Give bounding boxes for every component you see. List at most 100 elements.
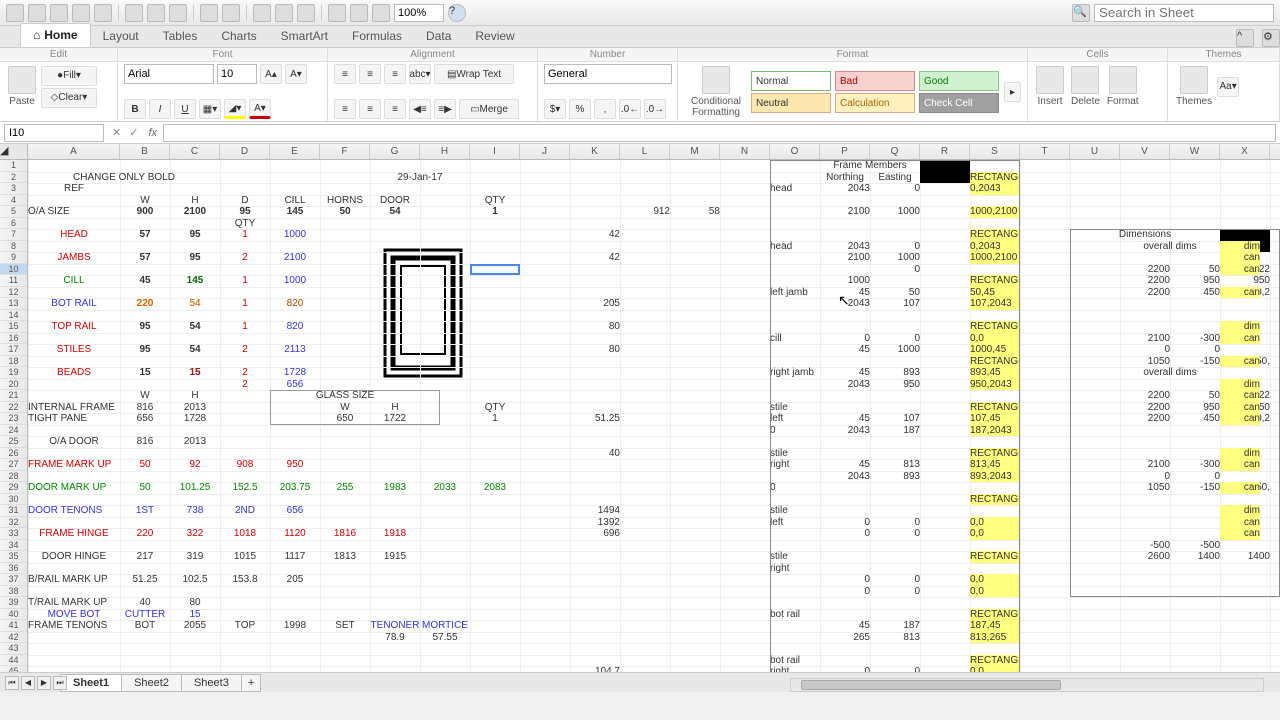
- cell-E35[interactable]: 1117: [270, 551, 320, 563]
- font-size-select[interactable]: [217, 64, 257, 84]
- cell-C11[interactable]: 145: [170, 275, 220, 287]
- cell-S13[interactable]: 107,2043: [970, 298, 1020, 310]
- cell-S18[interactable]: RECTANGLE: [970, 356, 1020, 368]
- cell-O31[interactable]: stile: [770, 505, 820, 517]
- cell-G33[interactable]: 1918: [370, 528, 420, 540]
- sheet-tab-2[interactable]: Sheet2: [121, 674, 182, 692]
- cell-L5[interactable]: 912: [620, 206, 670, 218]
- cell-K31[interactable]: 1494: [570, 505, 620, 517]
- cell-D29[interactable]: 152.5: [220, 482, 270, 494]
- cell-P23[interactable]: 45: [820, 413, 870, 425]
- cell-K32[interactable]: 1392: [570, 517, 620, 529]
- cell-V22[interactable]: 2200: [1120, 402, 1170, 414]
- cell-V11[interactable]: 2200: [1120, 275, 1170, 287]
- align-top-button[interactable]: ≡: [334, 64, 356, 84]
- number-format-select[interactable]: [544, 64, 672, 84]
- cell-O3[interactable]: head: [770, 183, 820, 195]
- horizontal-scrollbar[interactable]: [790, 678, 1264, 692]
- cell-P32[interactable]: 0: [820, 517, 870, 529]
- cell-E20[interactable]: 656: [270, 379, 320, 391]
- style-check-button[interactable]: Check Cell: [919, 93, 999, 113]
- cell-Q23[interactable]: 107: [870, 413, 920, 425]
- cell-K23[interactable]: 51.25: [570, 413, 620, 425]
- cell-P9[interactable]: 2100: [820, 252, 870, 264]
- insert-button[interactable]: Insert: [1034, 64, 1066, 109]
- cell-C31[interactable]: 738: [170, 505, 220, 517]
- cell-B21[interactable]: W: [120, 390, 170, 402]
- cell-H42[interactable]: 57.55: [420, 632, 470, 644]
- cell-W12[interactable]: 450: [1170, 287, 1220, 299]
- cell-E37[interactable]: 205: [270, 574, 320, 586]
- cell-X22[interactable]: can: [1220, 402, 1260, 414]
- cell-E29[interactable]: 203.75: [270, 482, 320, 494]
- cell-C23[interactable]: 1728: [170, 413, 220, 425]
- cell-G35[interactable]: 1915: [370, 551, 420, 563]
- cell-B40[interactable]: CUTTER: [120, 609, 170, 621]
- cell-B37[interactable]: 51.25: [120, 574, 170, 586]
- cell-S24[interactable]: 187,2043: [970, 425, 1020, 437]
- format-button[interactable]: Format: [1105, 64, 1141, 109]
- cell-U7[interactable]: Dimensions: [1070, 229, 1220, 241]
- cell-P3[interactable]: 2043: [820, 183, 870, 195]
- cell-A39[interactable]: T/RAIL MARK UP: [28, 597, 120, 609]
- cell-X27[interactable]: can: [1220, 459, 1260, 471]
- cell-C4[interactable]: H: [170, 195, 220, 207]
- cell-P33[interactable]: 0: [820, 528, 870, 540]
- cell-X15[interactable]: dim: [1220, 321, 1260, 333]
- align-bot-button[interactable]: ≡: [384, 64, 406, 84]
- formula-bar[interactable]: [163, 124, 1276, 142]
- cell-G42[interactable]: 78.9: [370, 632, 420, 644]
- style-good-button[interactable]: Good: [919, 71, 999, 91]
- cut-icon[interactable]: [125, 4, 143, 22]
- cell-V29[interactable]: 1050: [1120, 482, 1170, 494]
- cancel-icon[interactable]: ✕: [112, 126, 121, 139]
- cell-A22[interactable]: INTERNAL FRAME: [28, 402, 120, 414]
- cell-P19[interactable]: 45: [820, 367, 870, 379]
- cell-O16[interactable]: cill: [770, 333, 820, 345]
- cell-V17[interactable]: 0: [1120, 344, 1170, 356]
- undo-icon[interactable]: [200, 4, 218, 22]
- underline-button[interactable]: U: [174, 99, 196, 119]
- cell-V21[interactable]: 2200: [1120, 390, 1170, 402]
- cell-V12[interactable]: 2200: [1120, 287, 1170, 299]
- italic-button[interactable]: I: [149, 99, 171, 119]
- accept-icon[interactable]: ✓: [129, 126, 138, 139]
- cell-Q38[interactable]: 0: [870, 586, 920, 598]
- select-all-corner[interactable]: ◢: [0, 144, 28, 159]
- cell-S12[interactable]: 50,45: [970, 287, 1020, 299]
- cell-X10[interactable]: can: [1220, 264, 1260, 276]
- cell-A2[interactable]: CHANGE ONLY BOLD: [28, 172, 220, 184]
- delete-button[interactable]: Delete: [1069, 64, 1102, 109]
- save2-icon[interactable]: [72, 4, 90, 22]
- cell-D11[interactable]: 1: [220, 275, 270, 287]
- cell-D35[interactable]: 1015: [220, 551, 270, 563]
- cell-S37[interactable]: 0,0: [970, 574, 1020, 586]
- cell-P8[interactable]: 2043: [820, 241, 870, 253]
- cell-S30[interactable]: RECTANGLE: [970, 494, 1020, 506]
- copy-icon[interactable]: [147, 4, 165, 22]
- cell-K9[interactable]: 42: [570, 252, 620, 264]
- cell-W22[interactable]: 950: [1170, 402, 1220, 414]
- cell-O22[interactable]: stile: [770, 402, 820, 414]
- cell-A23[interactable]: TIGHT PANE: [28, 413, 120, 425]
- cell-H29[interactable]: 2033: [420, 482, 470, 494]
- cell-C40[interactable]: 15: [170, 609, 220, 621]
- tab-prev-button[interactable]: ◀: [21, 676, 35, 690]
- cell-W23[interactable]: 450: [1170, 413, 1220, 425]
- cell-E33[interactable]: 1120: [270, 528, 320, 540]
- collapse-ribbon-icon[interactable]: ^: [1236, 29, 1254, 47]
- cell-X21[interactable]: can: [1220, 390, 1260, 402]
- cell-C17[interactable]: 54: [170, 344, 220, 356]
- cell-A13[interactable]: BOT RAIL: [28, 298, 120, 310]
- cell-X32[interactable]: can: [1220, 517, 1260, 529]
- cell-W34[interactable]: -500: [1170, 540, 1220, 552]
- column-headers[interactable]: ◢ ABCDEFGHIJKLMNOPQRSTUVWX: [0, 144, 1280, 160]
- cell-X29[interactable]: can: [1220, 482, 1260, 494]
- wraptext-button[interactable]: ▤ Wrap Text: [434, 64, 514, 84]
- tab-data[interactable]: Data: [414, 25, 463, 47]
- cell-V27[interactable]: 2100: [1120, 459, 1170, 471]
- cell-S5[interactable]: 1000,2100: [970, 206, 1020, 218]
- cell-I5[interactable]: 1: [470, 206, 520, 218]
- tab-next-button[interactable]: ▶: [37, 676, 51, 690]
- cell-O32[interactable]: left: [770, 517, 820, 529]
